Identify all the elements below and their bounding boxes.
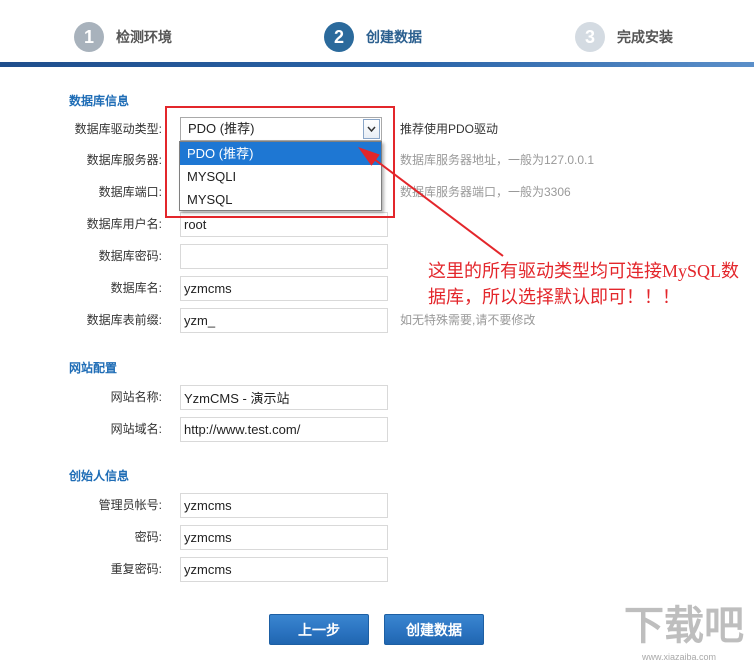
step-create-data: 2 创建数据 <box>324 22 422 52</box>
progress-bar <box>0 62 754 67</box>
chevron-down-icon[interactable] <box>363 119 380 139</box>
annotation-line: 这里的所有驱动类型均可连接MySQL数 <box>428 261 740 281</box>
step-finish-install: 3 完成安装 <box>575 22 673 52</box>
driver-option-mysqli[interactable]: MYSQLI <box>180 165 381 188</box>
db-prefix-input[interactable] <box>180 308 388 333</box>
prev-step-button[interactable]: 上一步 <box>269 614 369 645</box>
step-number: 1 <box>74 22 104 52</box>
server-hint: 数据库服务器地址，一般为127.0.0.1 <box>400 153 595 167</box>
step-number: 2 <box>324 22 354 52</box>
server-label: 数据库服务器: <box>86 153 162 167</box>
site-domain-input[interactable] <box>180 417 388 442</box>
repeat-password-input[interactable] <box>180 557 388 582</box>
step-check-environment: 1 检测环境 <box>74 22 172 52</box>
driver-label: 数据库驱动类型: <box>74 122 162 136</box>
db-username-label: 数据库用户名: <box>86 217 162 231</box>
admin-account-input[interactable] <box>180 493 388 518</box>
admin-password-input[interactable] <box>180 525 388 550</box>
install-page: 1 检测环境 2 创建数据 3 完成安装 数据库信息 数据库驱动类型: PDO … <box>0 0 754 666</box>
step-number: 3 <box>575 22 605 52</box>
port-label: 数据库端口: <box>98 185 162 199</box>
db-password-input[interactable] <box>180 244 388 269</box>
driver-select[interactable]: PDO (推荐) <box>180 117 382 141</box>
annotation-text: 这里的所有驱动类型均可连接MySQL数 据库，所以选择默认即可！！！ <box>428 258 739 310</box>
db-prefix-label: 数据库表前缀: <box>86 313 162 327</box>
create-data-button[interactable]: 创建数据 <box>384 614 484 645</box>
section-title-database: 数据库信息 <box>69 94 130 108</box>
driver-dropdown-list: PDO (推荐) MYSQLI MYSQL <box>179 141 382 211</box>
admin-password-label: 密码: <box>134 530 162 544</box>
section-title-site: 网站配置 <box>69 361 118 375</box>
watermark-logo: 下载吧 <box>624 603 744 648</box>
port-hint: 数据库服务器端口，一般为3306 <box>400 185 571 199</box>
watermark-url: www.xiazaiba.com <box>642 652 717 662</box>
site-domain-label: 网站域名: <box>110 422 162 436</box>
section-title-founder: 创始人信息 <box>69 469 130 483</box>
driver-select-value: PDO (推荐) <box>188 121 255 136</box>
admin-account-label: 管理员帐号: <box>98 498 162 512</box>
repeat-password-label: 重复密码: <box>110 562 162 576</box>
driver-option-mysql[interactable]: MYSQL <box>180 188 381 211</box>
db-name-label: 数据库名: <box>110 281 162 295</box>
driver-option-pdo[interactable]: PDO (推荐) <box>180 142 381 165</box>
db-prefix-hint: 如无特殊需要,请不要修改 <box>400 313 536 327</box>
annotation-line: 据库，所以选择默认即可！！！ <box>428 287 680 307</box>
db-name-input[interactable] <box>180 276 388 301</box>
site-name-label: 网站名称: <box>110 390 162 404</box>
site-name-input[interactable] <box>180 385 388 410</box>
step-label: 完成安装 <box>617 29 673 45</box>
db-username-input[interactable] <box>180 212 388 237</box>
driver-hint: 推荐使用PDO驱动 <box>400 122 499 136</box>
step-label: 创建数据 <box>366 29 422 45</box>
step-label: 检测环境 <box>116 29 172 45</box>
db-password-label: 数据库密码: <box>98 249 162 263</box>
